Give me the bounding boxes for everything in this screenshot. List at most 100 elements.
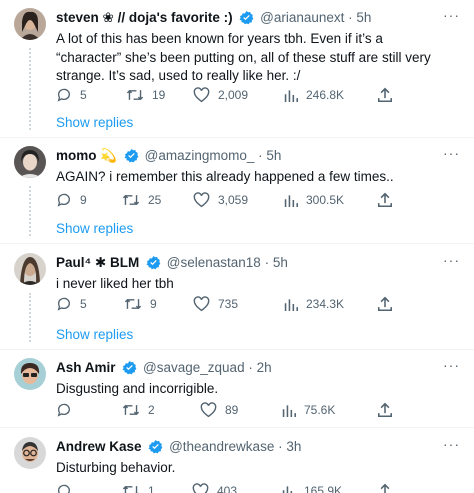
tweet[interactable]: Andrew Kase @theandrewkase · 3h ··· Dist… xyxy=(0,437,474,493)
share-button[interactable] xyxy=(378,481,400,493)
like-button[interactable]: 403 xyxy=(192,481,237,493)
reply-button[interactable] xyxy=(56,400,80,420)
show-replies-link[interactable]: Show replies xyxy=(56,221,133,236)
verified-badge-icon xyxy=(239,10,254,28)
tweet[interactable]: Paul⁴ ✱ BLM @selenastan18 · 5h ··· i nev… xyxy=(0,253,474,350)
views-icon xyxy=(282,486,293,493)
verified-badge-icon xyxy=(148,439,163,457)
timestamp[interactable]: 5h xyxy=(266,148,281,163)
share-button[interactable] xyxy=(378,85,400,105)
verified-badge-icon xyxy=(124,148,139,166)
thread-connector xyxy=(29,293,33,342)
retweet-button[interactable]: 9 xyxy=(124,294,157,314)
reply-button[interactable]: 5 xyxy=(56,294,87,314)
tweet-actions: 9 25 3,059 300.5K xyxy=(56,190,454,210)
display-name[interactable]: steven ❀ // doja's favorite :) xyxy=(56,10,233,25)
timestamp[interactable]: 3h xyxy=(286,439,301,454)
more-options-icon[interactable]: ··· xyxy=(443,253,460,267)
reply-button[interactable]: 9 xyxy=(56,190,87,210)
tweet[interactable]: Ash Amir @savage_zquad · 2h ··· Disgusti… xyxy=(0,358,474,426)
user-handle[interactable]: @amazingmomo_ xyxy=(145,148,255,163)
divider xyxy=(0,427,474,428)
name-emoji: 💫 xyxy=(100,148,118,163)
views-icon xyxy=(284,195,298,207)
share-button[interactable] xyxy=(378,400,400,420)
retweet-button[interactable]: 1 xyxy=(122,481,155,493)
more-options-icon[interactable]: ··· xyxy=(443,437,460,451)
more-options-icon[interactable]: ··· xyxy=(443,358,460,372)
tweet-text: Disturbing behavior. xyxy=(56,460,176,475)
like-count: 3,059 xyxy=(218,193,249,207)
share-button[interactable] xyxy=(378,190,400,210)
retweet-button[interactable]: 25 xyxy=(122,190,161,210)
tweet-actions: 5 19 2,009 246.8K xyxy=(56,85,454,105)
user-handle[interactable]: @savage_zquad xyxy=(143,360,245,375)
verified-badge-icon xyxy=(122,360,137,378)
divider xyxy=(0,243,474,244)
retweet-icon xyxy=(122,485,139,493)
reply-icon xyxy=(57,193,70,207)
reply-icon xyxy=(57,88,70,102)
like-button[interactable]: 2,009 xyxy=(193,85,248,105)
display-name[interactable]: Andrew Kase xyxy=(56,439,142,454)
timestamp[interactable]: 5h xyxy=(356,10,371,25)
avatar[interactable] xyxy=(14,253,46,285)
reply-icon xyxy=(57,403,70,417)
retweet-icon xyxy=(126,89,144,101)
user-handle[interactable]: @arianaunext xyxy=(260,10,344,25)
reply-count: 9 xyxy=(80,193,87,207)
user-handle[interactable]: @theandrewkase xyxy=(169,439,274,454)
tweet-header: Paul⁴ ✱ BLM @selenastan18 · 5h xyxy=(56,253,434,273)
thread-connector xyxy=(29,48,33,130)
retweet-icon xyxy=(122,194,140,206)
show-replies-link[interactable]: Show replies xyxy=(56,115,133,130)
more-options-icon[interactable]: ··· xyxy=(443,146,460,160)
more-options-icon[interactable]: ··· xyxy=(443,8,460,22)
like-button[interactable]: 735 xyxy=(193,294,238,314)
tweet-header: Ash Amir @savage_zquad · 2h xyxy=(56,358,434,378)
views-count: 234.3K xyxy=(306,297,345,311)
reply-count: 5 xyxy=(80,88,87,102)
avatar[interactable] xyxy=(14,437,46,469)
display-name[interactable]: Ash Amir xyxy=(56,360,116,375)
separator-dot: · xyxy=(348,10,353,25)
retweet-button[interactable]: 19 xyxy=(126,85,165,105)
divider xyxy=(0,349,474,350)
views-count: 300.5K xyxy=(306,193,345,207)
retweet-count: 19 xyxy=(152,88,166,102)
views-count: 75.6K xyxy=(304,403,336,417)
retweet-count: 1 xyxy=(148,484,155,493)
timestamp[interactable]: 5h xyxy=(273,255,288,270)
avatar[interactable] xyxy=(14,358,46,390)
timestamp[interactable]: 2h xyxy=(257,360,272,375)
tweet[interactable]: momo 💫 @amazingmomo_ · 5h ··· AGAIN? i r… xyxy=(0,146,474,244)
user-handle[interactable]: @selenastan18 xyxy=(167,255,261,270)
avatar[interactable] xyxy=(14,8,46,40)
separator-dot: · xyxy=(258,148,263,163)
verified-badge-icon xyxy=(146,255,161,273)
like-count: 403 xyxy=(217,484,238,493)
views-button[interactable]: 246.8K xyxy=(284,85,344,105)
like-button[interactable]: 3,059 xyxy=(193,190,248,210)
retweet-button[interactable]: 2 xyxy=(122,400,155,420)
share-icon xyxy=(378,402,392,417)
reply-button[interactable] xyxy=(56,481,80,493)
display-name[interactable]: Paul⁴ ✱ BLM xyxy=(56,255,139,270)
retweet-icon xyxy=(122,404,140,416)
views-button[interactable]: 234.3K xyxy=(284,294,344,314)
share-button[interactable] xyxy=(378,294,400,314)
tweet[interactable]: steven ❀ // doja's favorite :) @arianaun… xyxy=(0,8,474,138)
retweet-count: 25 xyxy=(148,193,162,207)
display-name[interactable]: momo xyxy=(56,148,97,163)
tweet-header: Andrew Kase @theandrewkase · 3h xyxy=(56,437,434,457)
views-button[interactable]: 75.6K xyxy=(282,400,335,420)
tweet-text: A lot of this has been known for years t… xyxy=(56,31,431,83)
like-button[interactable]: 89 xyxy=(200,400,238,420)
views-button[interactable]: 165.9K xyxy=(282,481,342,493)
share-icon xyxy=(378,87,392,102)
separator-dot: · xyxy=(278,439,283,454)
reply-button[interactable]: 5 xyxy=(56,85,87,105)
views-button[interactable]: 300.5K xyxy=(284,190,344,210)
avatar[interactable] xyxy=(14,146,46,178)
show-replies-link[interactable]: Show replies xyxy=(56,327,133,342)
